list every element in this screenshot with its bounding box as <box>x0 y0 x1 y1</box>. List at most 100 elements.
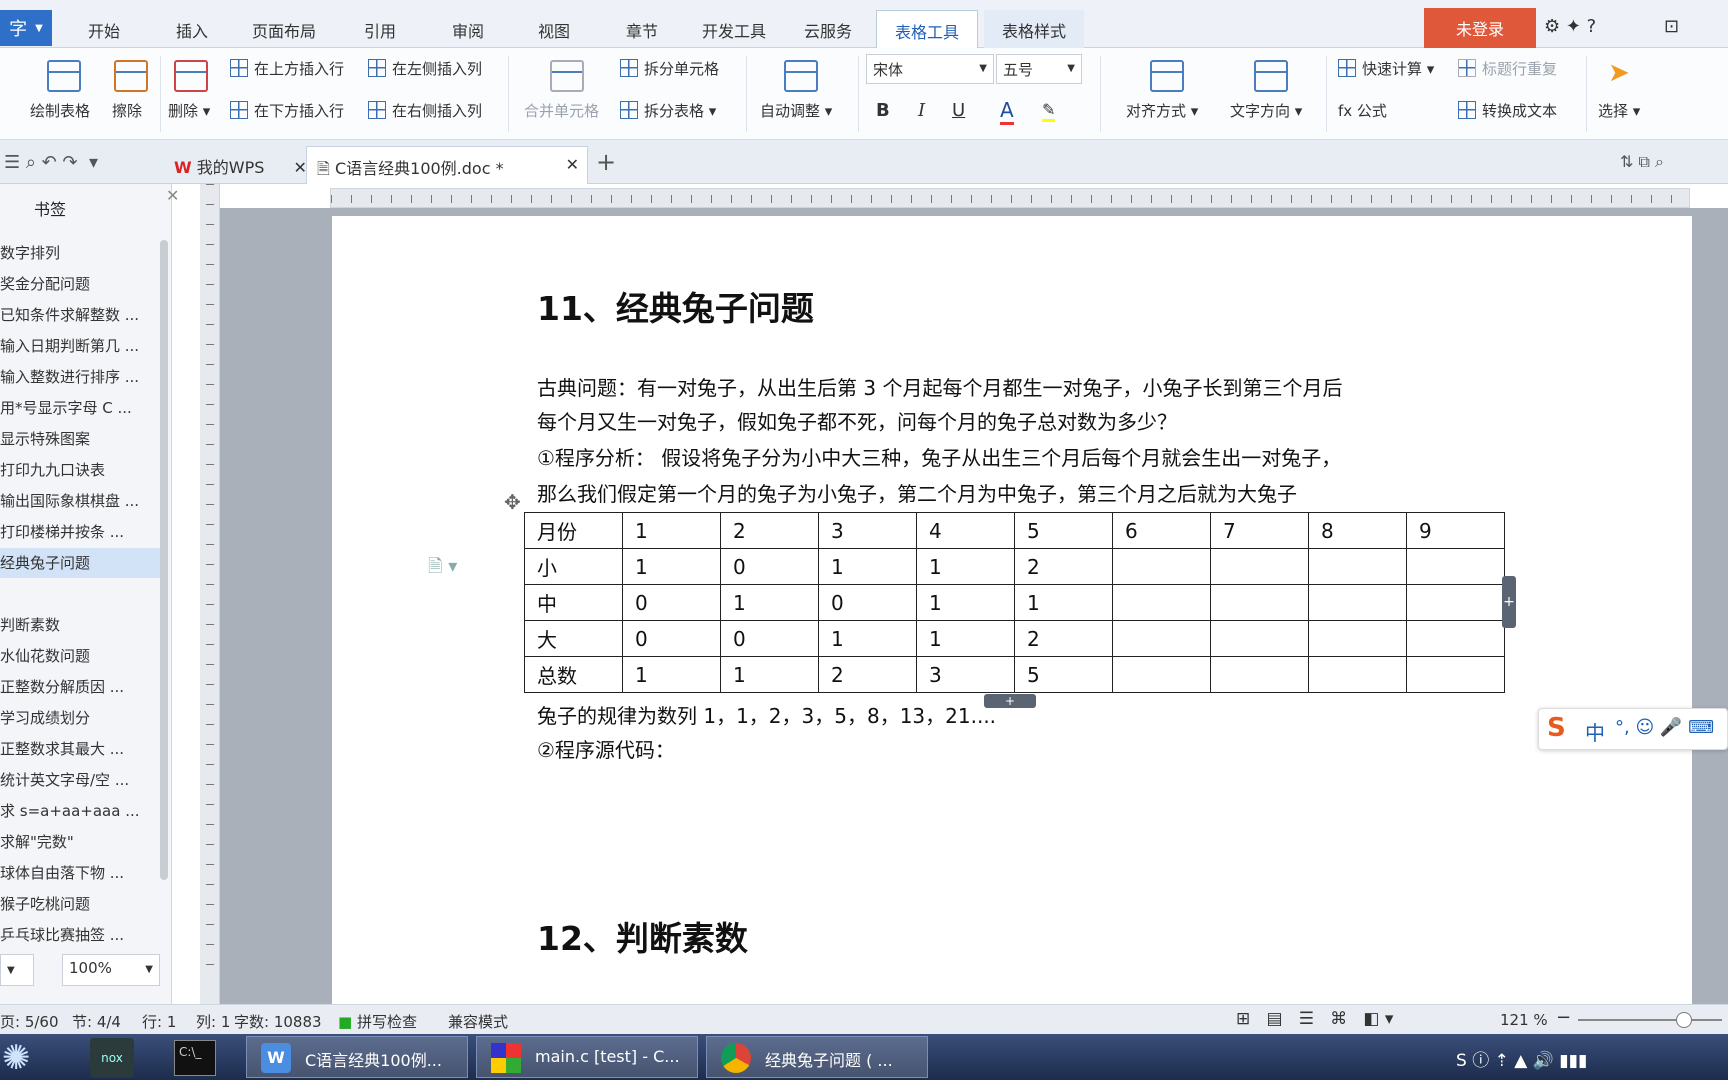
bookmark-item[interactable]: 已知条件求解整数 ... <box>0 300 160 330</box>
start-icon[interactable]: ✺ <box>2 1038 31 1078</box>
table-cell[interactable]: 总数 <box>524 656 623 693</box>
table-cell[interactable]: 月份 <box>524 512 623 549</box>
table-cell[interactable] <box>1308 548 1407 585</box>
select-button[interactable]: 选择 ▾ <box>1598 100 1640 121</box>
table-cell[interactable] <box>1406 656 1505 693</box>
tab-developer[interactable]: 开发工具 <box>702 18 766 42</box>
table-cell[interactable]: 1 <box>720 584 819 621</box>
app-menu-button[interactable]: 字 ▼ <box>0 10 52 46</box>
table-cell[interactable]: 1 <box>622 512 721 549</box>
nox-app-icon[interactable]: nox <box>90 1038 134 1078</box>
bookmark-item[interactable]: 判断素数 <box>0 610 160 640</box>
quick-access-icons[interactable]: ☰ ⌕ ↶ ↷ ▾ <box>4 152 98 173</box>
bold-button[interactable]: B <box>876 100 890 121</box>
view-mode-icons[interactable]: ⊞ ▤ ☰ ⌘ ◧ ▾ <box>1236 1009 1393 1029</box>
table-cell[interactable]: 0 <box>818 584 917 621</box>
table-cell[interactable] <box>1308 656 1407 693</box>
text-direction-button[interactable]: 文字方向 ▾ <box>1230 100 1302 121</box>
font-name-select[interactable]: 宋体 ▼ <box>866 54 994 84</box>
delete-button[interactable]: 删除 ▾ <box>168 100 210 121</box>
table-cell[interactable]: 1 <box>916 548 1015 585</box>
quick-calc-button[interactable]: 快速计算 ▾ <box>1338 58 1434 79</box>
table-cell[interactable]: 2 <box>720 512 819 549</box>
bookmark-item[interactable]: 打印九九口诀表 <box>0 455 160 485</box>
table-cell[interactable]: 1 <box>916 584 1015 621</box>
word-count[interactable]: 字数: 10883 <box>234 1011 322 1032</box>
merge-cells-button[interactable]: 合并单元格 <box>524 100 599 121</box>
formula-button[interactable]: fx 公式 <box>1338 100 1387 121</box>
table-cell[interactable]: 2 <box>1014 620 1113 657</box>
ime-toolbar[interactable]: S 中 °, ☺ 🎤 ⌨ <box>1538 708 1728 750</box>
erase-button[interactable]: 擦除 <box>112 100 142 121</box>
tab-review[interactable]: 审阅 <box>452 18 484 42</box>
table-cell[interactable] <box>1210 584 1309 621</box>
bookmark-item[interactable]: 球体自由落下物 ... <box>0 858 160 888</box>
table-cell[interactable] <box>1112 620 1211 657</box>
bookmark-item[interactable]: 正整数求其最大 ... <box>0 734 160 764</box>
paragraph-options-icon[interactable]: 🗎 ▾ <box>428 554 457 584</box>
taskbar-codeblocks[interactable]: main.c [test] - C... <box>476 1036 698 1078</box>
table-cell[interactable]: 8 <box>1308 512 1407 549</box>
table-cell[interactable]: 2 <box>818 656 917 693</box>
table-cell[interactable] <box>1210 656 1309 693</box>
table-cell[interactable]: 3 <box>916 656 1015 693</box>
table-cell[interactable]: 1 <box>818 620 917 657</box>
split-table-button[interactable]: 拆分表格 ▾ <box>620 100 716 121</box>
ime-mode[interactable]: 中 <box>1585 717 1605 746</box>
bookmark-item[interactable]: 奖金分配问题 <box>0 269 160 299</box>
login-button[interactable]: 未登录 <box>1424 8 1536 48</box>
bookmark-item[interactable]: 显示特殊图案 <box>0 424 160 454</box>
bookmark-item[interactable]: 打印楼梯并按条 ... <box>0 517 160 547</box>
bookmark-item[interactable] <box>0 579 160 609</box>
zoom-out-icon[interactable]: − <box>1556 1007 1571 1028</box>
table-cell[interactable]: 3 <box>818 512 917 549</box>
table-cell[interactable]: 9 <box>1406 512 1505 549</box>
taskbar-wps[interactable]: W C语言经典100例... <box>246 1036 468 1078</box>
ribbon-collapse-icon[interactable]: ⊡ <box>1664 16 1679 37</box>
bookmark-item[interactable]: 求解"完数" <box>0 827 160 857</box>
draw-table-button[interactable]: 绘制表格 <box>30 100 90 121</box>
table-cell[interactable] <box>1308 620 1407 657</box>
bookmark-item[interactable]: 乒乓球比赛抽签 ... <box>0 920 160 950</box>
highlight-icon[interactable]: ✎ <box>1042 100 1056 122</box>
tab-my-wps[interactable]: W 我的WPS ✕ <box>164 146 317 184</box>
tab-cloud[interactable]: 云服务 <box>804 18 852 42</box>
table-cell[interactable]: 0 <box>622 620 721 657</box>
table-cell[interactable]: 中 <box>524 584 623 621</box>
zoom-slider[interactable] <box>1578 1019 1722 1021</box>
zoom-slider-thumb[interactable] <box>1676 1012 1692 1028</box>
table-cell[interactable]: 4 <box>916 512 1015 549</box>
insert-row-above-button[interactable]: 在上方插入行 <box>230 58 344 79</box>
bookmark-item[interactable]: 正整数分解质因 ... <box>0 672 160 702</box>
close-icon[interactable]: ✕ <box>566 155 579 174</box>
taskbar-chrome[interactable]: 经典兔子问题 ( ... <box>706 1036 928 1078</box>
bookmark-item[interactable]: 输入整数进行排序 ... <box>0 362 160 392</box>
table-move-handle-icon[interactable]: ✥ <box>504 490 521 514</box>
system-tray-icons[interactable]: S ⓘ ⇡ ▲ 🔊 ▮▮▮ <box>1456 1046 1587 1071</box>
table-cell[interactable]: 小 <box>524 548 623 585</box>
table-cell[interactable] <box>1210 620 1309 657</box>
close-icon[interactable]: ✕ <box>166 186 179 205</box>
tab-document[interactable]: 🗎 C语言经典100例.doc * ✕ <box>306 146 588 184</box>
table-cell[interactable]: 0 <box>720 548 819 585</box>
split-cells-button[interactable]: 拆分单元格 <box>620 58 719 79</box>
table-cell[interactable] <box>1112 548 1211 585</box>
tab-table-style[interactable]: 表格样式 <box>984 10 1085 48</box>
convert-text-button[interactable]: 转换成文本 <box>1458 100 1557 121</box>
table-cell[interactable]: 1 <box>818 548 917 585</box>
table-cell[interactable] <box>1406 584 1505 621</box>
insert-col-right-button[interactable]: 在右侧插入列 <box>368 100 482 121</box>
table-cell[interactable] <box>1406 548 1505 585</box>
table-cell[interactable]: 大 <box>524 620 623 657</box>
bookmark-item[interactable]: 用*号显示字母 C ... <box>0 393 160 423</box>
new-tab-icon[interactable]: + <box>596 148 616 176</box>
scrollbar[interactable] <box>160 240 168 880</box>
insert-row-below-button[interactable]: 在下方插入行 <box>230 100 344 121</box>
bookmark-item[interactable]: 学习成绩划分 <box>0 703 160 733</box>
panel-zoom-select[interactable]: 100% ▼ <box>62 954 160 986</box>
tab-chapter[interactable]: 章节 <box>626 18 658 42</box>
close-icon[interactable]: ✕ <box>293 158 306 177</box>
bookmark-item[interactable]: 输出国际象棋棋盘 ... <box>0 486 160 516</box>
align-button[interactable]: 对齐方式 ▾ <box>1126 100 1198 121</box>
table-cell[interactable]: 7 <box>1210 512 1309 549</box>
